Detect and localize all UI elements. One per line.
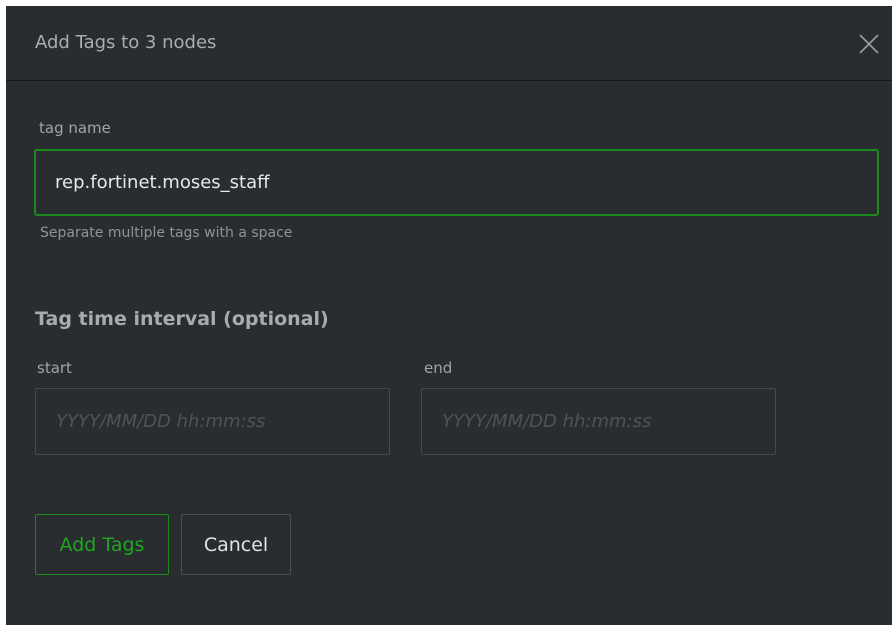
tag-name-label: tag name [39,119,111,137]
close-icon[interactable] [854,29,884,59]
add-tags-button[interactable]: Add Tags [35,514,169,575]
tag-name-input[interactable] [34,149,879,216]
dialog-header: Add Tags to 3 nodes [6,6,892,81]
interval-section-title: Tag time interval (optional) [35,308,329,330]
dialog-title: Add Tags to 3 nodes [35,32,217,53]
end-label: end [424,359,453,377]
start-date-input[interactable] [35,388,390,455]
end-date-input[interactable] [421,388,776,455]
start-label: start [37,359,72,377]
add-tags-dialog: Add Tags to 3 nodes tag name Separate mu… [6,6,892,625]
tag-name-hint: Separate multiple tags with a space [40,225,293,241]
cancel-button[interactable]: Cancel [181,514,291,575]
